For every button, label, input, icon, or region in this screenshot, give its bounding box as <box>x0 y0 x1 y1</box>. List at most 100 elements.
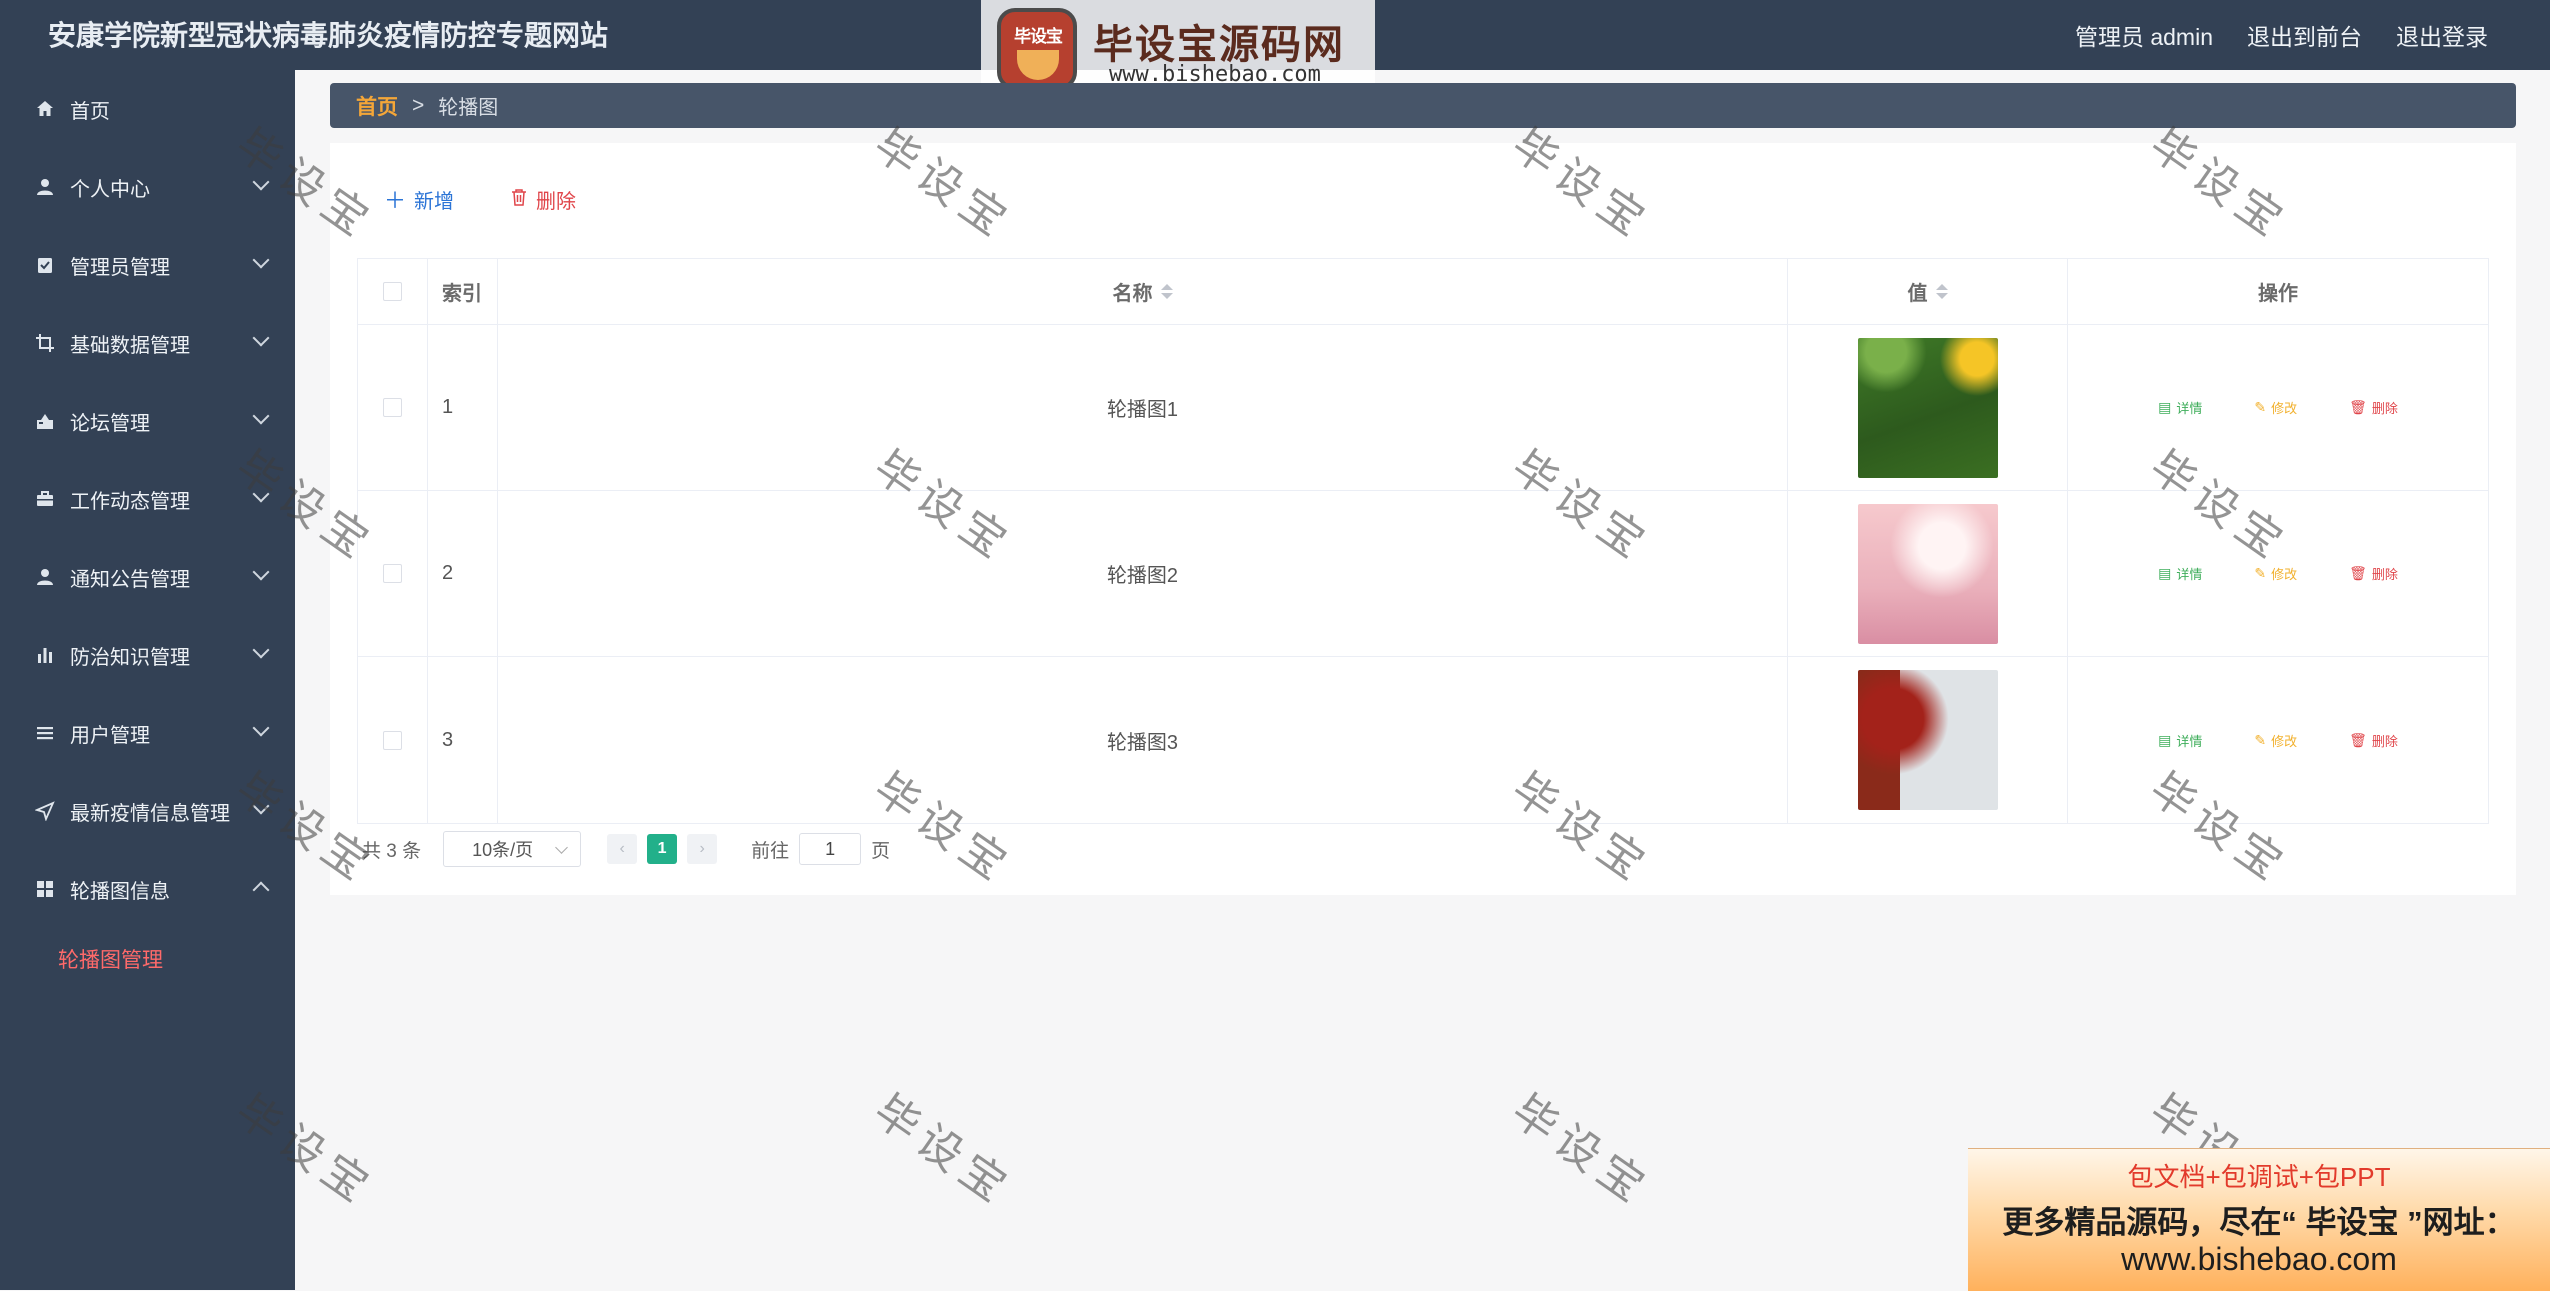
column-header-index: 索引 <box>442 283 482 305</box>
sidebar-item-work-news[interactable]: 工作动态管理 <box>0 460 295 538</box>
breadcrumb-separator: > <box>412 93 425 117</box>
watermark-text: 毕设宝 <box>1502 1085 1660 1217</box>
next-page-button[interactable]: › <box>687 834 718 864</box>
delete-button[interactable]: 🗑 删除 <box>2349 731 2398 750</box>
row-name: 轮播图2 <box>1106 565 1179 587</box>
sidebar-subitem-carousel-management[interactable]: 轮播图管理 <box>0 928 295 990</box>
page-size-select[interactable]: 10条/页 <box>443 831 582 867</box>
site-title: 安康学院新型冠状病毒肺炎疫情防控专题网站 <box>48 20 609 51</box>
table-header-row: 索引 名称 值 操作 <box>358 259 2488 325</box>
logout-link[interactable]: 退出登录 <box>2396 18 2488 52</box>
page-suffix-label: 页 <box>871 840 891 862</box>
detail-button[interactable]: ▤ 详情 <box>2158 398 2202 417</box>
row-checkbox[interactable] <box>383 730 402 750</box>
add-button[interactable]: ＋ 新增 <box>384 183 454 215</box>
trash-icon: 🗑 <box>2349 399 2367 415</box>
batch-delete-button[interactable]: 删除 <box>510 183 576 215</box>
document-icon: ▤ <box>2158 731 2172 748</box>
sidebar-item-users[interactable]: 用户管理 <box>0 694 295 772</box>
promo-banner[interactable]: 包文档+包调试+包PPT 更多精品源码，尽在“ 毕设宝 ”网址： www.bis… <box>1968 1148 2550 1291</box>
column-header-name[interactable]: 名称 <box>498 259 1788 324</box>
chevron-down-icon <box>252 797 270 815</box>
current-user-label: 管理员 admin <box>2074 24 2213 50</box>
row-index: 3 <box>442 728 454 751</box>
select-all-checkbox[interactable] <box>383 282 402 301</box>
forum-icon <box>34 410 56 432</box>
goto-page-input[interactable] <box>799 833 862 865</box>
sidebar-item-notices[interactable]: 通知公告管理 <box>0 538 295 616</box>
pencil-icon: ✎ <box>2254 565 2267 581</box>
chevron-down-icon <box>252 251 270 269</box>
sidebar-item-basic-data[interactable]: 基础数据管理 <box>0 304 295 382</box>
sidebar-item-latest-epidemic[interactable]: 最新疫情信息管理 <box>0 772 295 850</box>
carousel-table: 索引 名称 值 操作 1 轮播图1 ▤ 详情 ✎ 修改 🗑 删除 2 轮播图2 … <box>357 258 2489 824</box>
edit-button[interactable]: ✎ 修改 <box>2254 564 2297 583</box>
chevron-down-icon <box>252 563 270 581</box>
header-links: 管理员 admin 退出到前台 退出登录 <box>2075 0 2488 70</box>
trash-icon: 🗑 <box>2349 731 2367 748</box>
goto-label: 前往 <box>751 840 790 862</box>
list-icon <box>34 722 56 744</box>
table-row: 2 轮播图2 ▤ 详情 ✎ 修改 🗑 删除 <box>358 491 2488 657</box>
row-checkbox[interactable] <box>383 398 402 417</box>
row-index: 2 <box>442 562 454 584</box>
sidebar-item-home[interactable]: 首页 <box>0 70 295 148</box>
detail-button[interactable]: ▤ 详情 <box>2158 731 2202 750</box>
edit-button[interactable]: ✎ 修改 <box>2254 731 2297 750</box>
chevron-down-icon <box>252 329 270 347</box>
sidebar: 首页 个人中心 管理员管理 基础数据管理 论坛管理 工作动态管理 通知公告管理 … <box>0 70 295 1290</box>
bar-chart-icon <box>34 644 56 666</box>
carousel-thumbnail-image <box>1857 670 1998 810</box>
promo-line-1: 包文档+包调试+包PPT <box>2127 1162 2391 1192</box>
chevron-down-icon <box>252 641 270 659</box>
briefcase-icon <box>34 488 56 510</box>
send-icon <box>34 800 56 822</box>
breadcrumb-current: 轮播图 <box>438 97 499 119</box>
table-row: 1 轮播图1 ▤ 详情 ✎ 修改 🗑 删除 <box>358 325 2488 491</box>
grid-icon <box>34 878 56 900</box>
carousel-thumbnail-image <box>1857 337 1998 478</box>
breadcrumb-home-link[interactable]: 首页 <box>356 91 398 121</box>
promo-line-3: www.bishebao.com <box>2121 1241 2397 1277</box>
sort-icon[interactable] <box>1160 284 1173 299</box>
bishebao-badge-icon: 毕设宝 <box>997 8 1077 90</box>
carousel-thumbnail-image <box>1857 503 1998 644</box>
breadcrumb: 首页 > 轮播图 <box>330 83 2516 128</box>
document-icon: ▤ <box>2158 565 2172 581</box>
page-number-button[interactable]: 1 <box>647 834 678 864</box>
chevron-down-icon <box>555 841 568 854</box>
sidebar-item-personal-center[interactable]: 个人中心 <box>0 148 295 226</box>
row-checkbox[interactable] <box>383 564 402 583</box>
sort-icon[interactable] <box>1935 284 1948 299</box>
row-name: 轮播图3 <box>1106 731 1179 754</box>
column-header-actions: 操作 <box>2258 283 2298 305</box>
pagination-total: 共 3 条 <box>362 840 422 862</box>
chevron-down-icon <box>252 485 270 503</box>
sidebar-item-carousel-info[interactable]: 轮播图信息 <box>0 850 295 928</box>
chevron-down-icon <box>252 407 270 425</box>
row-index: 1 <box>442 396 454 418</box>
promo-line-2: 更多精品源码，尽在“ 毕设宝 ”网址： <box>2002 1205 2516 1240</box>
user-icon <box>34 176 56 198</box>
content-card: ＋ 新增 删除 索引 名称 值 操作 1 轮播图1 ▤ 详情 ✎ 修改 🗑 删除… <box>330 143 2516 895</box>
row-name: 轮播图1 <box>1106 399 1179 421</box>
edit-button[interactable]: ✎ 修改 <box>2254 398 2297 417</box>
column-header-value[interactable]: 值 <box>1788 259 2068 324</box>
chevron-down-icon <box>252 719 270 737</box>
detail-button[interactable]: ▤ 详情 <box>2158 564 2202 583</box>
pagination: 共 3 条 10条/页 ‹ 1 › 前往 页 <box>362 831 890 867</box>
prev-page-button[interactable]: ‹ <box>607 834 638 864</box>
pencil-icon: ✎ <box>2254 399 2267 415</box>
user-icon <box>34 566 56 588</box>
sidebar-item-forum[interactable]: 论坛管理 <box>0 382 295 460</box>
trash-icon: 🗑 <box>2349 565 2367 581</box>
home-icon <box>34 98 56 120</box>
pencil-icon: ✎ <box>2254 731 2267 748</box>
delete-button[interactable]: 🗑 删除 <box>2349 564 2398 583</box>
delete-button[interactable]: 🗑 删除 <box>2349 398 2398 417</box>
sidebar-item-prevention-knowledge[interactable]: 防治知识管理 <box>0 616 295 694</box>
trash-icon <box>510 186 528 212</box>
sidebar-item-admin-management[interactable]: 管理员管理 <box>0 226 295 304</box>
document-icon: ▤ <box>2158 399 2172 415</box>
exit-to-front-link[interactable]: 退出到前台 <box>2247 18 2362 52</box>
